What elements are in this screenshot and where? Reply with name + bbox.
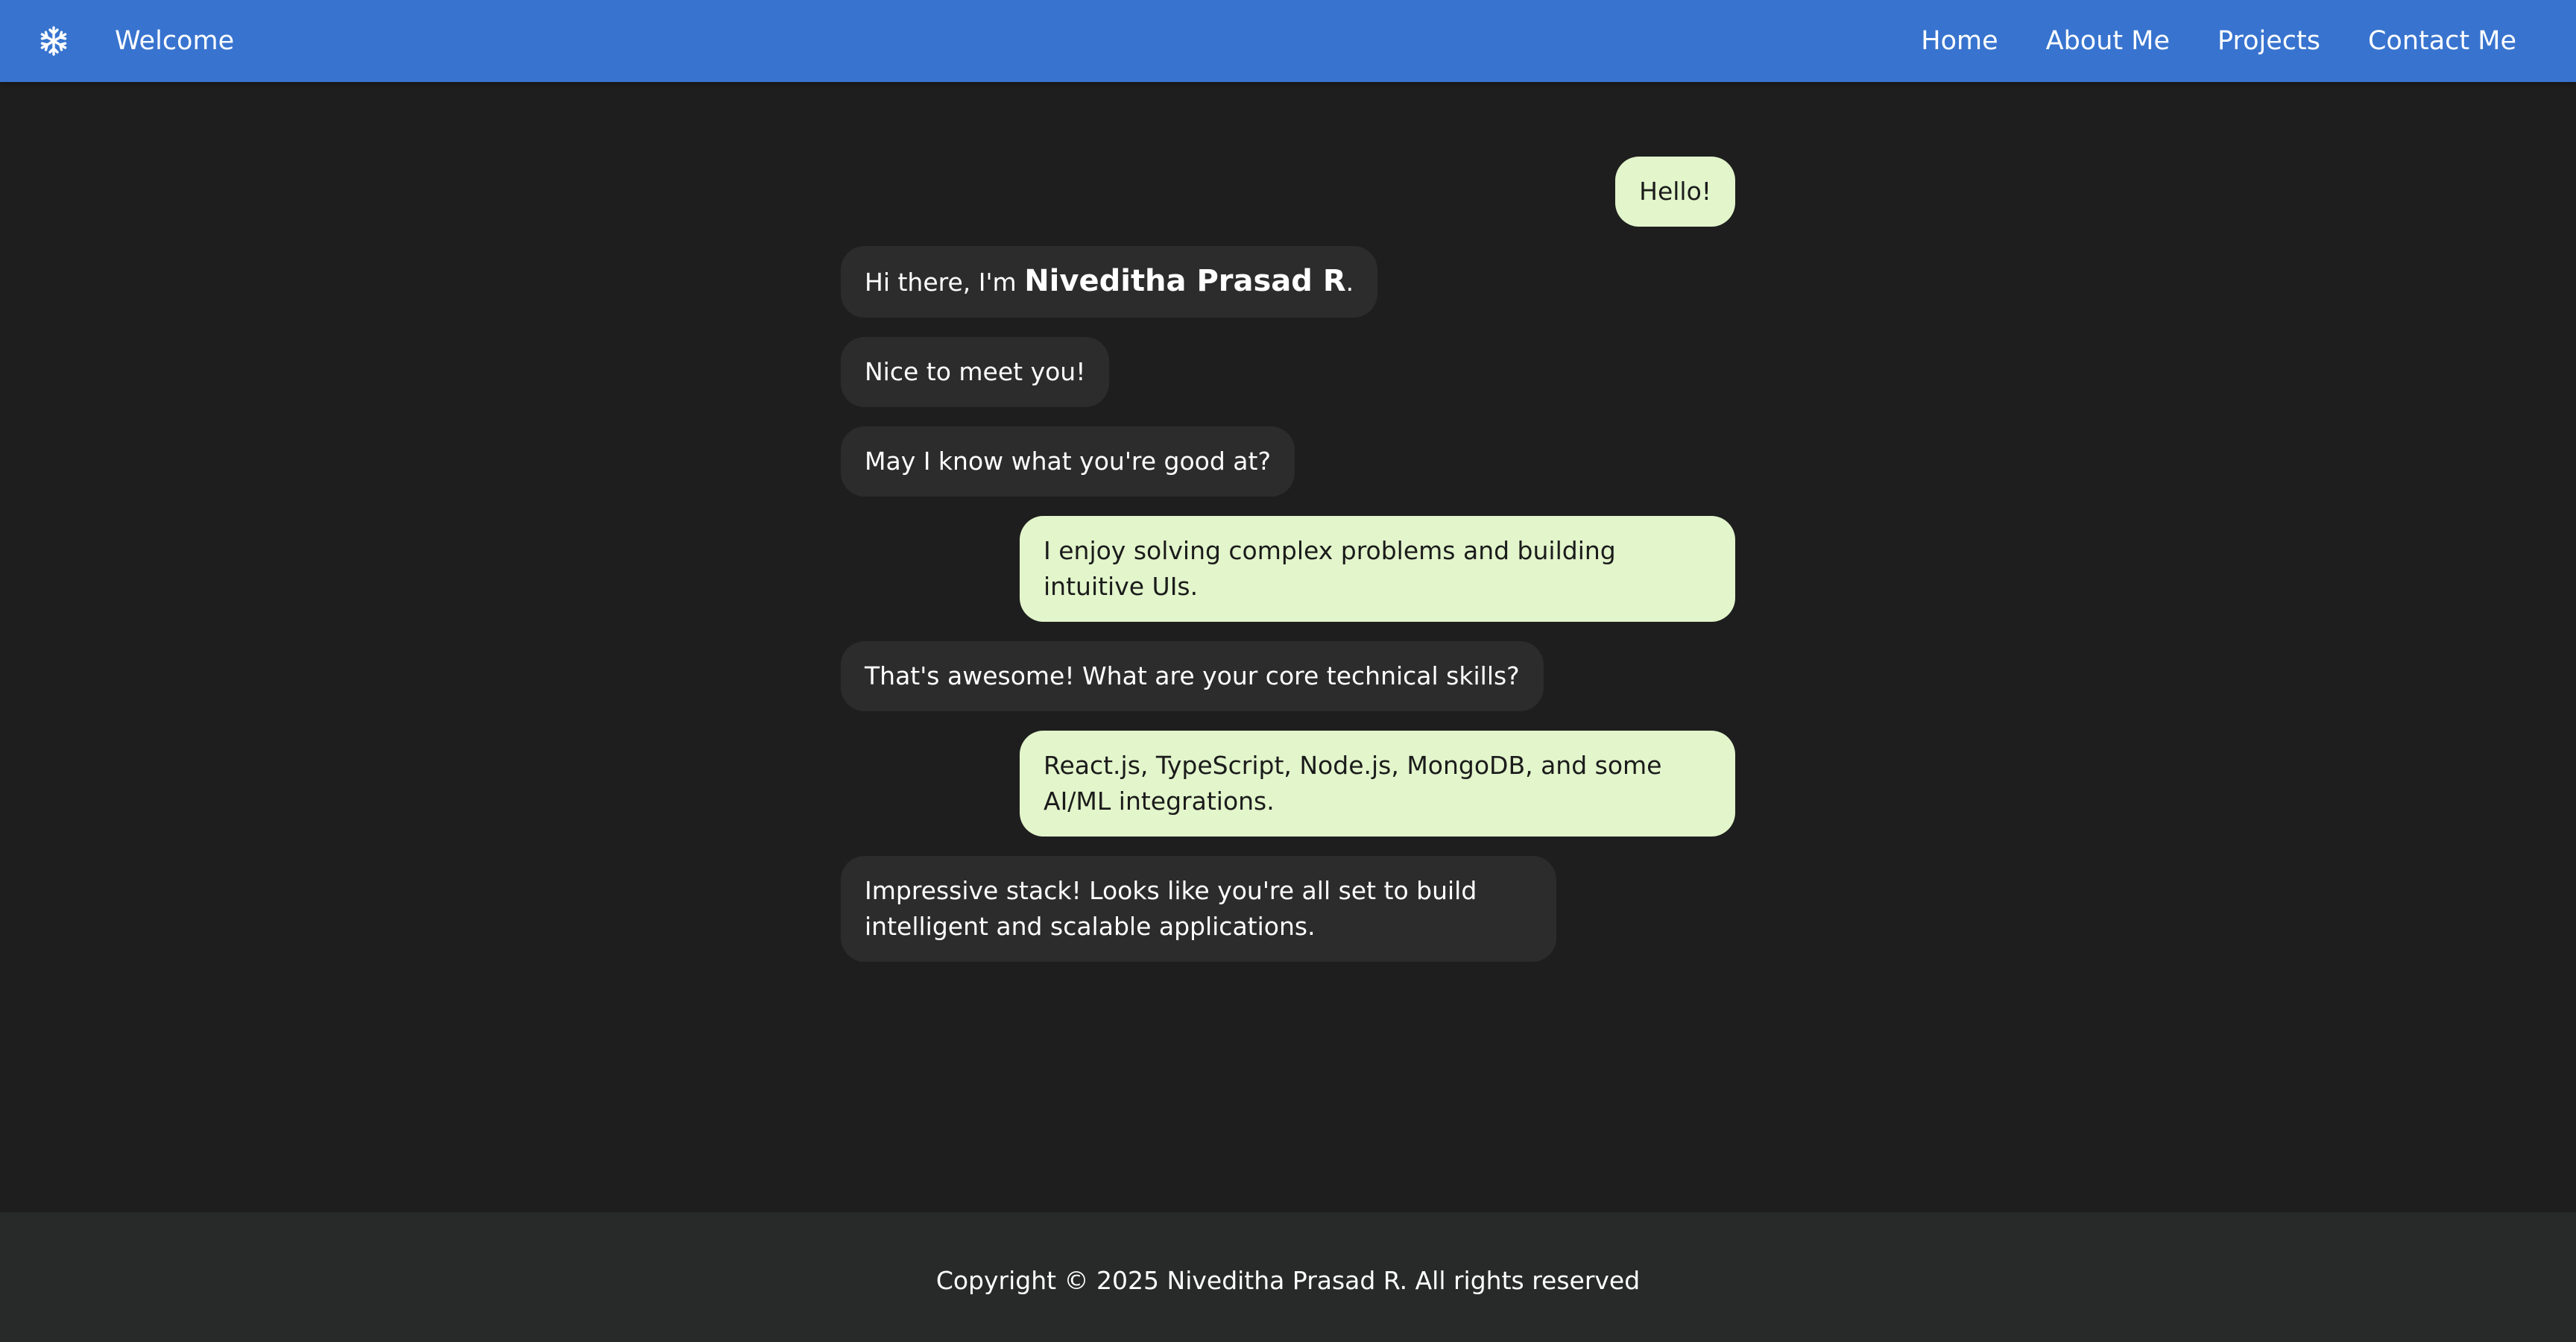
nav-link-projects[interactable]: Projects — [2217, 26, 2320, 56]
brand: Welcome — [36, 0, 234, 82]
chat-message-bot: May I know what you're good at? — [841, 426, 1735, 497]
intro-bubble: Hi there, I'm Niveditha Prasad R. — [841, 246, 1378, 318]
author-name: Niveditha Prasad R — [1024, 264, 1346, 298]
bot-bubble: Impressive stack! Looks like you're all … — [841, 856, 1556, 962]
chat-message-user: React.js, TypeScript, Node.js, MongoDB, … — [841, 731, 1735, 837]
chat-message-bot: Hi there, I'm Niveditha Prasad R. — [841, 246, 1735, 318]
site-title[interactable]: Welcome — [115, 26, 234, 56]
chat-message-bot: That's awesome! What are your core techn… — [841, 641, 1735, 711]
user-bubble: React.js, TypeScript, Node.js, MongoDB, … — [1020, 731, 1735, 837]
intro-prefix: Hi there, I'm — [865, 268, 1025, 297]
user-bubble: Hello! — [1615, 157, 1735, 227]
copyright-text: Copyright © 2025 Niveditha Prasad R. All… — [935, 1265, 1641, 1295]
bot-bubble: Nice to meet you! — [841, 337, 1110, 407]
chat-message-user: I enjoy solving complex problems and bui… — [841, 516, 1735, 622]
chat-conversation: Hello! Hi there, I'm Niveditha Prasad R.… — [841, 157, 1735, 981]
nav-link-home[interactable]: Home — [1921, 26, 1998, 56]
page-footer: Copyright © 2025 Niveditha Prasad R. All… — [0, 1212, 2576, 1342]
nav-link-contact-me[interactable]: Contact Me — [2368, 26, 2516, 56]
user-bubble: I enjoy solving complex problems and bui… — [1020, 516, 1735, 622]
chat-message-bot: Nice to meet you! — [841, 337, 1735, 407]
intro-suffix: . — [1345, 268, 1354, 297]
chat-message-user: Hello! — [841, 157, 1735, 227]
chat-message-bot: Impressive stack! Looks like you're all … — [841, 856, 1735, 962]
bot-bubble: May I know what you're good at? — [841, 426, 1295, 497]
bot-bubble: That's awesome! What are your core techn… — [841, 641, 1544, 711]
snowflake-icon[interactable] — [36, 23, 72, 59]
nav-link-about-me[interactable]: About Me — [2046, 26, 2170, 56]
top-navbar: Welcome Home About Me Projects Contact M… — [0, 0, 2576, 82]
nav-links: Home About Me Projects Contact Me — [1873, 0, 2516, 82]
